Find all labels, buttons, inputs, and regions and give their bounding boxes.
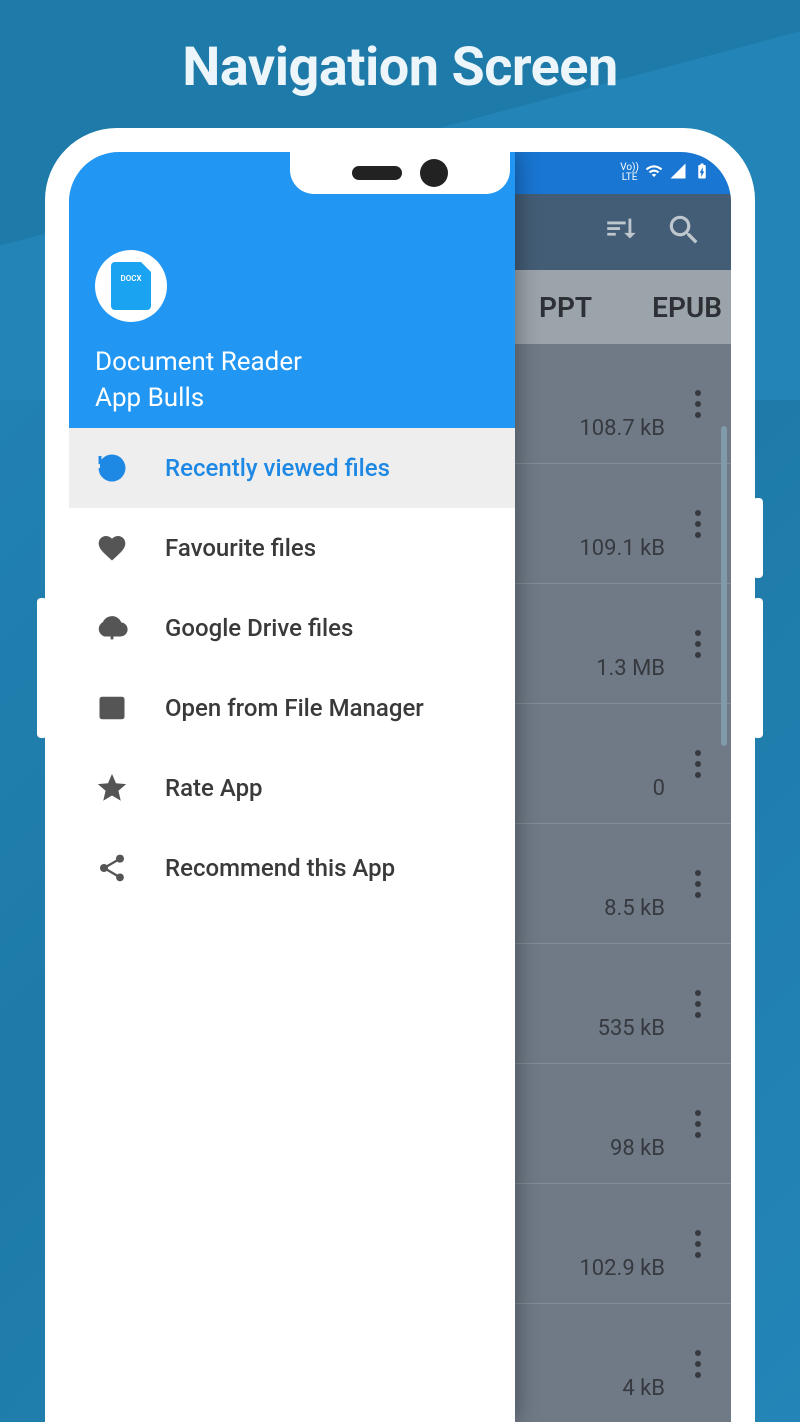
nav-google-drive[interactable]: Google Drive files (69, 588, 515, 668)
nav-favourite[interactable]: Favourite files (69, 508, 515, 588)
phone-notch (290, 152, 510, 194)
history-icon (95, 451, 129, 485)
heart-icon (95, 531, 129, 565)
nav-item-label: Recommend this App (165, 854, 395, 882)
marketing-title: Navigation Screen (0, 0, 800, 99)
nav-item-label: Recently viewed files (165, 454, 390, 482)
phone-frame: PPT EPUB 108.7 kB 109.1 kB 1.3 MB 0 8.5 … (45, 128, 755, 1422)
nav-item-label: Rate App (165, 774, 263, 802)
cloud-upload-icon (95, 611, 129, 645)
nav-recently-viewed[interactable]: Recently viewed files (69, 428, 515, 508)
app-name: Document Reader (95, 344, 489, 380)
star-icon (95, 771, 129, 805)
browser-search-icon (95, 691, 129, 725)
signal-icon (669, 162, 687, 185)
nav-item-label: Open from File Manager (165, 694, 424, 722)
navigation-drawer: Document Reader App Bulls Recently viewe… (69, 152, 515, 1422)
phone-screen: PPT EPUB 108.7 kB 109.1 kB 1.3 MB 0 8.5 … (69, 152, 731, 1422)
nav-recommend[interactable]: Recommend this App (69, 828, 515, 908)
nav-item-label: Google Drive files (165, 614, 353, 642)
nav-file-manager[interactable]: Open from File Manager (69, 668, 515, 748)
share-icon (95, 851, 129, 885)
app-icon (95, 250, 167, 322)
nav-item-label: Favourite files (165, 534, 316, 562)
nav-rate-app[interactable]: Rate App (69, 748, 515, 828)
docx-icon (111, 262, 151, 310)
wifi-icon (645, 162, 663, 185)
battery-icon (693, 162, 711, 185)
volte-icon: Vo)) LTE (620, 163, 639, 183)
app-publisher: App Bulls (95, 380, 489, 416)
